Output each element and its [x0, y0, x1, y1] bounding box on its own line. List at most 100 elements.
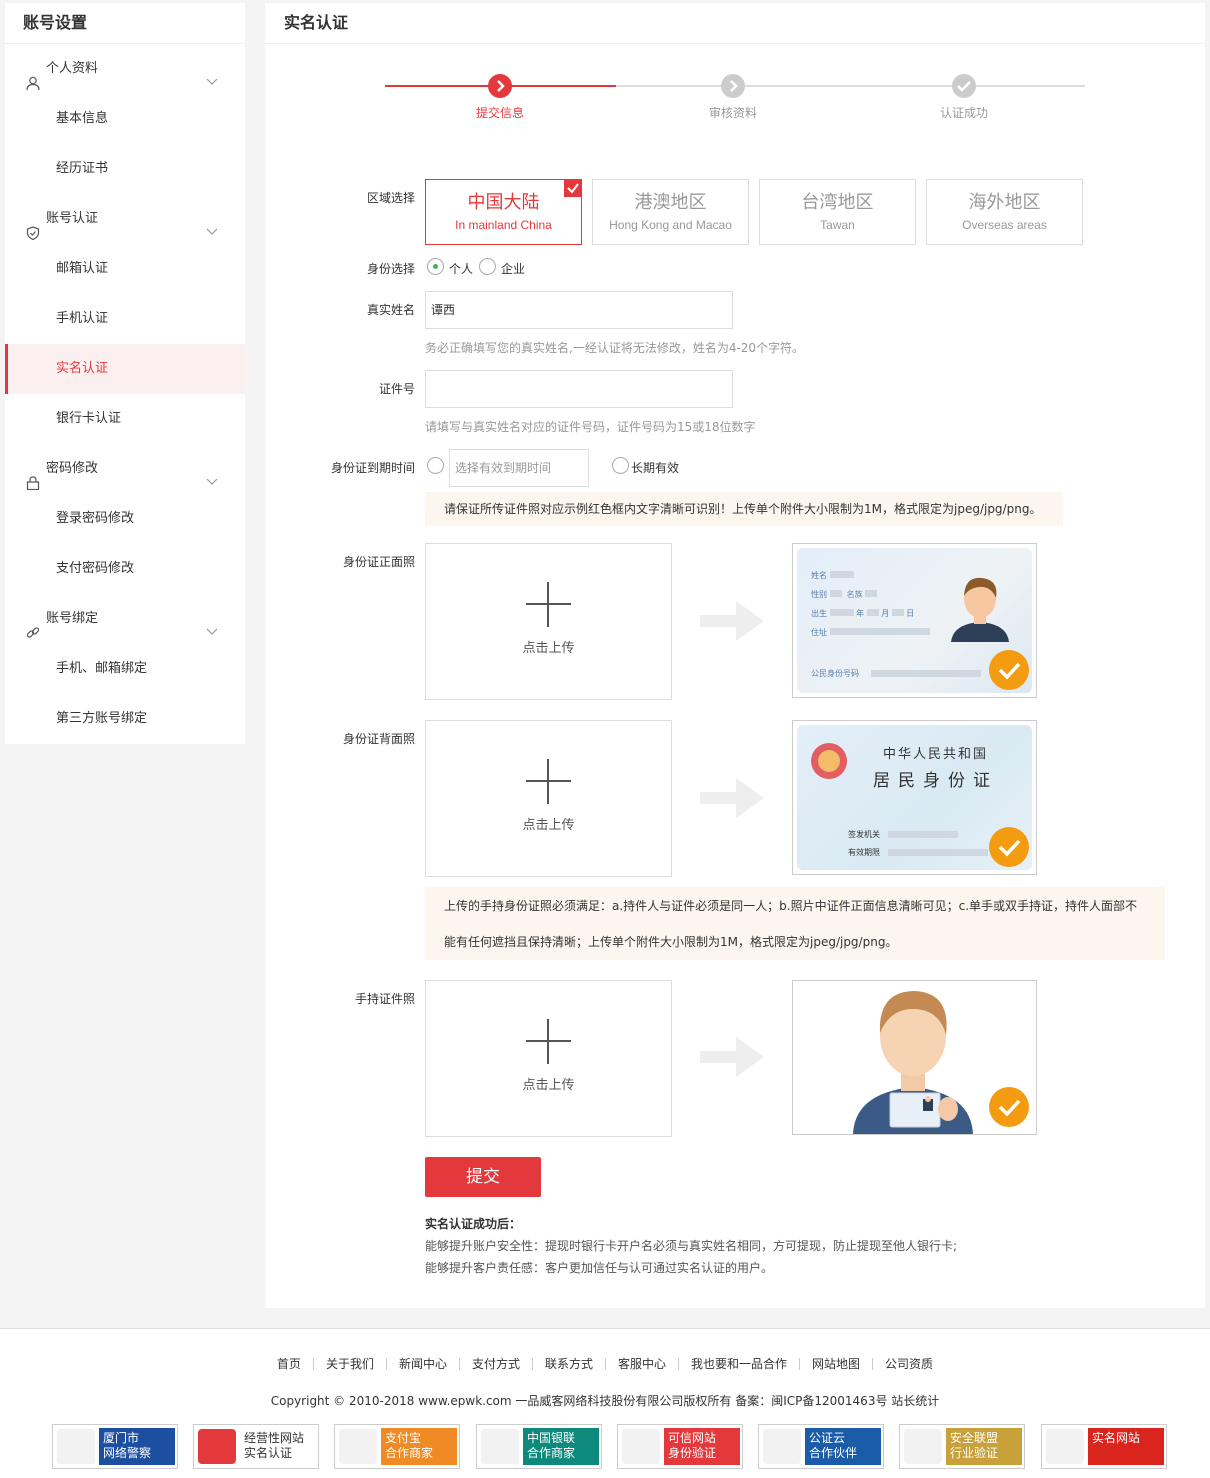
sidebar-item-label: 支付密码修改 [56, 561, 135, 576]
sidebar-item-label: 第三方账号绑定 [56, 711, 148, 726]
sidebar-menu: 个人资料基本信息经历证书 账号认证邮箱认证手机认证实名认证银行卡认证密码修改登录密… [5, 44, 245, 744]
sidebar-item-1[interactable]: 基本信息 [5, 94, 245, 144]
footer-links: 首页 关于我们 新闻中心 支付方式 联系方式 客服中心 我也要和一品合作 网站地图 公司资质 [0, 1357, 1210, 1371]
idno-hint: 请填写与真实姓名对应的证件号码，证件号码为15或18位数字 [425, 420, 756, 434]
badge-line2: 合作商家 [527, 1446, 576, 1460]
sidebar-item-13[interactable]: 第三方账号绑定 [5, 694, 245, 744]
footer-link[interactable]: 联系方式 [533, 1358, 606, 1370]
sidebar-item-12[interactable]: 手机、邮箱绑定 [5, 644, 245, 694]
badge-text: 实名网站 [1088, 1428, 1164, 1465]
step-3-label: 认证成功 [939, 106, 988, 120]
sidebar-group-0[interactable]: 个人资料 [5, 44, 245, 94]
expiry-date-picker[interactable]: 选择有效到期时间 [449, 449, 589, 487]
identity-company-radio[interactable] [479, 258, 496, 275]
region-taiwan[interactable]: 台湾地区 Tawan [759, 179, 916, 245]
sidebar-group-label: 密码修改 [46, 461, 99, 476]
sidebar-item-label: 基本信息 [56, 111, 109, 126]
real-name-input[interactable]: 谭西 [425, 291, 733, 329]
front-label: 身份证正面照 [342, 555, 415, 569]
id-number-input[interactable] [425, 370, 733, 408]
sidebar-item-7[interactable]: 银行卡认证 [5, 394, 245, 444]
national-emblem-icon [809, 741, 849, 785]
front-upload-box[interactable]: 点击上传 [425, 543, 672, 700]
sidebar-group-3[interactable]: 账号认证 [5, 194, 245, 244]
sidebar-item-label: 手机认证 [56, 311, 109, 326]
step-progress-todo [616, 85, 1085, 87]
sidebar-group-11[interactable]: 账号绑定 [5, 594, 245, 644]
sidebar-group-8[interactable]: 密码修改 [5, 444, 245, 494]
expiry-date-radio[interactable] [427, 457, 444, 474]
card-birth-label: 出生 [811, 609, 827, 618]
sidebar-item-4[interactable]: 邮箱认证 [5, 244, 245, 294]
long-term-radio[interactable] [612, 457, 629, 474]
badge-line2: 合作伙伴 [809, 1446, 858, 1460]
badge-text: 安全联盟 行业验证 [946, 1428, 1022, 1465]
region-overseas[interactable]: 海外地区 Overseas areas [926, 179, 1083, 245]
sidebar-item-label: 实名认证 [56, 361, 109, 376]
handheld-notice: 上传的手持身份证照必须满足：a.持件人与证件必须是同一人；b.照片中证件正面信息… [425, 887, 1165, 960]
upload-label: 点击上传 [522, 818, 575, 833]
identity-personal-radio[interactable] [427, 258, 444, 275]
link-icon [26, 612, 40, 638]
region-name: 中国大陆 [467, 192, 540, 213]
sidebar-item-2[interactable]: 经历证书 [5, 144, 245, 194]
footer-link[interactable]: 新闻中心 [387, 1358, 460, 1370]
footer-link[interactable]: 我也要和一品合作 [679, 1358, 801, 1370]
trust-badge[interactable]: 公证云 合作伙伴 [758, 1424, 884, 1469]
back-upload-box[interactable]: 点击上传 [425, 720, 672, 877]
trust-badge[interactable]: 支付宝 合作商家 [334, 1424, 460, 1469]
badge-line2: 合作商家 [385, 1446, 434, 1460]
user-icon [26, 62, 40, 91]
trust-badge[interactable]: 经营性网站 实名认证 [193, 1424, 319, 1469]
badge-logo-icon [1046, 1429, 1084, 1464]
chevron-down-icon [205, 210, 219, 235]
card-gender-label: 性别 [811, 590, 827, 599]
trust-badge[interactable]: 安全联盟 行业验证 [899, 1424, 1025, 1469]
card-issuer-label: 签发机关 [848, 830, 880, 839]
footer-link[interactable]: 支付方式 [460, 1358, 533, 1370]
trust-badge[interactable]: 厦门市 网络警察 [52, 1424, 178, 1469]
badge-line1: 经营性网站 [244, 1431, 305, 1445]
footer-link[interactable]: 关于我们 [314, 1358, 387, 1370]
avatar-icon [945, 572, 1015, 646]
after-line-1: 能够提升账户安全性：提现时银行卡开户名必须与真实姓名相同，方可提现，防止提现至他… [425, 1239, 958, 1253]
footer-link[interactable]: 客服中心 [606, 1358, 680, 1370]
trust-badge[interactable]: 实名网站 [1041, 1424, 1167, 1469]
hold-upload-box[interactable]: 点击上传 [425, 980, 672, 1137]
badge-text: 经营性网站 实名认证 [240, 1428, 316, 1465]
idno-label: 证件号 [378, 382, 415, 396]
sidebar-item-5[interactable]: 手机认证 [5, 294, 245, 344]
region-mainland[interactable]: 中国大陆 In mainland China [425, 179, 582, 245]
card-title-1: 中华人民共和国 [883, 747, 989, 762]
identity-company-label: 企业 [501, 262, 526, 276]
step-1-icon [488, 74, 512, 98]
check-icon [989, 1087, 1029, 1127]
trust-badge[interactable]: 中国银联 合作商家 [476, 1424, 602, 1469]
sidebar-item-6[interactable]: 实名认证 [5, 344, 245, 394]
footer-link[interactable]: 首页 [265, 1358, 314, 1370]
sidebar-item-label: 邮箱认证 [56, 261, 109, 276]
badge-logo-icon [339, 1429, 377, 1464]
badge-line1: 中国银联 [527, 1431, 576, 1445]
card-address-label: 住址 [811, 628, 827, 637]
upload-notice: 请保证所传证件照对应示例红色框内文字清晰可识别！上传单个附件大小限制为1M，格式… [425, 492, 1063, 526]
badge-line1: 厦门市 [103, 1431, 140, 1445]
badge-line2: 行业验证 [950, 1446, 999, 1460]
sidebar-item-9[interactable]: 登录密码修改 [5, 494, 245, 544]
long-term-label: 长期有效 [631, 461, 680, 475]
region-en: Hong Kong and Macao [609, 218, 732, 232]
handheld-notice-line1: 上传的手持身份证照必须满足：a.持件人与证件必须是同一人；b.照片中证件正面信息… [444, 899, 1138, 913]
region-en: Tawan [820, 218, 855, 232]
step-1-label: 提交信息 [475, 106, 524, 120]
trust-badge[interactable]: 可信网站 身份验证 [617, 1424, 743, 1469]
chevron-down-icon [205, 60, 219, 85]
footer-link[interactable]: 公司资质 [873, 1358, 945, 1370]
footer-link[interactable]: 网站地图 [800, 1358, 874, 1370]
step-2-icon [721, 74, 745, 98]
sidebar-item-10[interactable]: 支付密码修改 [5, 544, 245, 594]
submit-button[interactable]: 提交 [425, 1157, 541, 1197]
badge-line1: 支付宝 [385, 1431, 422, 1445]
region-hk-macao[interactable]: 港澳地区 Hong Kong and Macao [592, 179, 749, 245]
handheld-notice-line2: 能有任何遮挡且保持清晰；上传单个附件大小限制为1M，格式限定为jpeg/jpg/… [444, 935, 898, 949]
region-name: 台湾地区 [801, 192, 874, 213]
